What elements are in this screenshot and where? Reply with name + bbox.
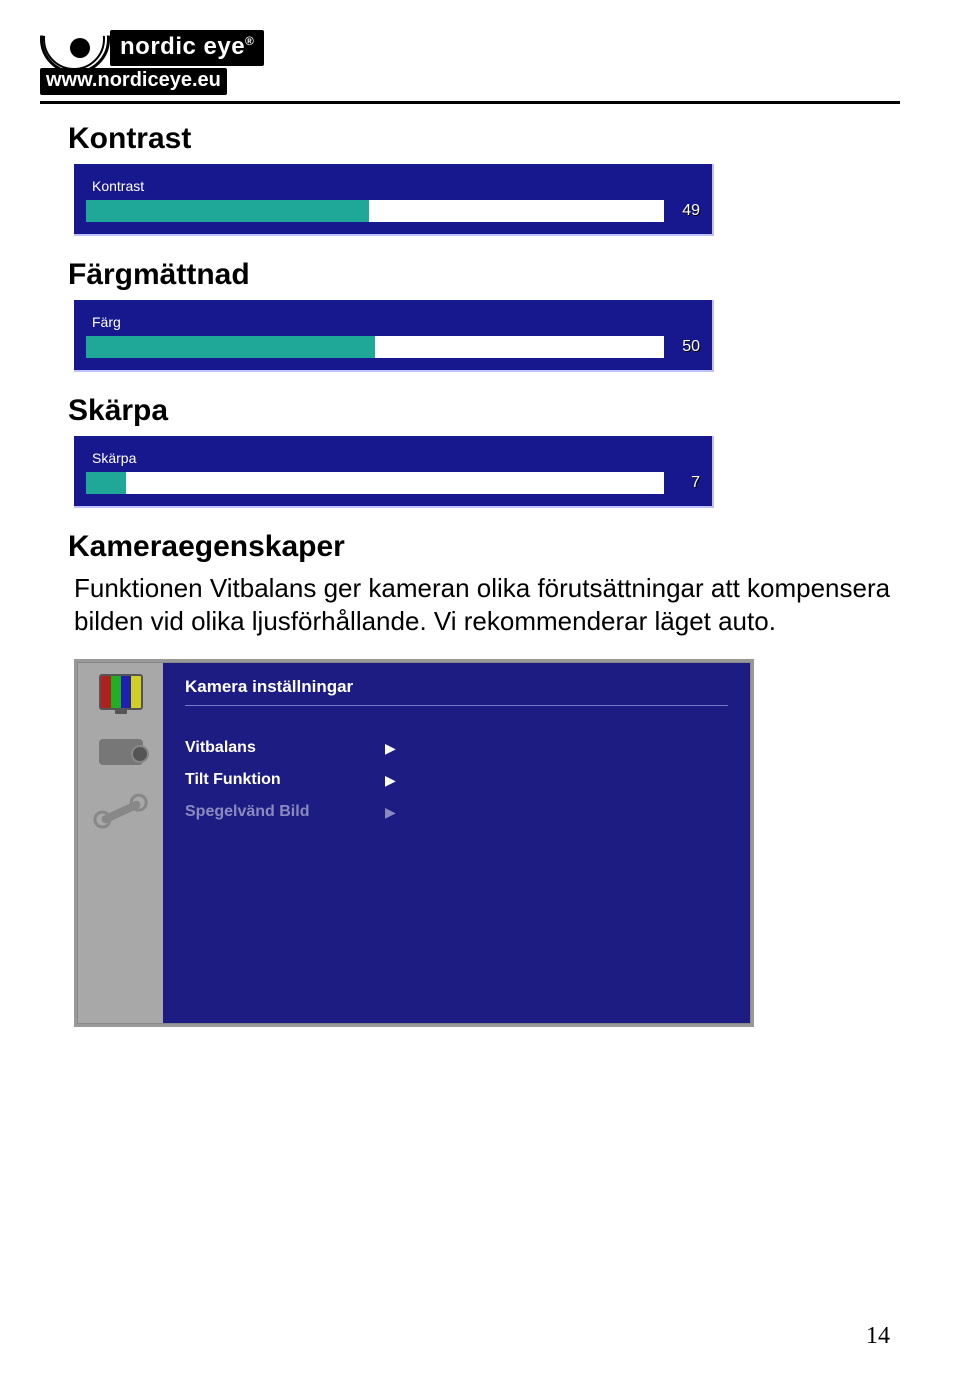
slider-track-skarpa[interactable]	[86, 472, 664, 494]
page-number: 14	[866, 1323, 890, 1350]
brand-name: nordic eye	[120, 33, 245, 60]
camera-panel-title: Kamera inställningar	[185, 677, 728, 697]
brand-registered: ®	[245, 34, 254, 48]
camera-side-icons	[78, 663, 163, 1023]
camera-settings-panel: Kamera inställningar Vitbalans▶Tilt Funk…	[74, 659, 754, 1027]
wrench-icon[interactable]	[94, 791, 148, 833]
slider-fill-skarpa	[86, 472, 126, 494]
section-title-kameraegenskaper: Kameraegenskaper	[68, 530, 900, 564]
slider-label-kontrast: Kontrast	[82, 170, 704, 200]
section-title-kontrast: Kontrast	[68, 122, 900, 156]
slider-panel-kontrast: Kontrast 49	[74, 164, 714, 236]
camera-menu-item-label: Spegelvänd Bild	[185, 803, 385, 821]
slider-label-skarpa: Skärpa	[82, 442, 704, 472]
camera-title-divider	[185, 705, 728, 706]
slider-value-kontrast: 49	[670, 202, 700, 220]
camera-menu-item[interactable]: Vitbalans▶	[185, 732, 728, 764]
slider-label-fargmattnad: Färg	[82, 306, 704, 336]
camera-menu-item-label: Vitbalans	[185, 739, 385, 757]
chevron-right-icon: ▶	[385, 740, 396, 757]
chevron-right-icon: ▶	[385, 772, 396, 789]
camera-menu-item[interactable]: Tilt Funktion▶	[185, 764, 728, 796]
brand-logo: nordic eye® www.nordiceye.eu	[40, 30, 300, 95]
slider-value-skarpa: 7	[670, 474, 700, 492]
slider-panel-fargmattnad: Färg 50	[74, 300, 714, 372]
section-title-skarpa: Skärpa	[68, 394, 900, 428]
slider-value-farg: 50	[670, 338, 700, 356]
slider-panel-skarpa: Skärpa 7	[74, 436, 714, 508]
camera-menu-item-label: Tilt Funktion	[185, 771, 385, 789]
slider-track-kontrast[interactable]	[86, 200, 664, 222]
slider-track-farg[interactable]	[86, 336, 664, 358]
eye-icon	[40, 30, 104, 66]
slider-fill-kontrast	[86, 200, 369, 222]
camera-icon[interactable]	[94, 731, 148, 773]
section-title-fargmattnad: Färgmättnad	[68, 258, 900, 292]
camera-menu-item[interactable]: Spegelvänd Bild▶	[185, 796, 728, 828]
kameraegenskaper-body: Funktionen Vitbalans ger kameran olika f…	[74, 572, 900, 637]
slider-fill-farg	[86, 336, 375, 358]
chevron-right-icon: ▶	[385, 804, 396, 821]
monitor-icon[interactable]	[94, 671, 148, 713]
